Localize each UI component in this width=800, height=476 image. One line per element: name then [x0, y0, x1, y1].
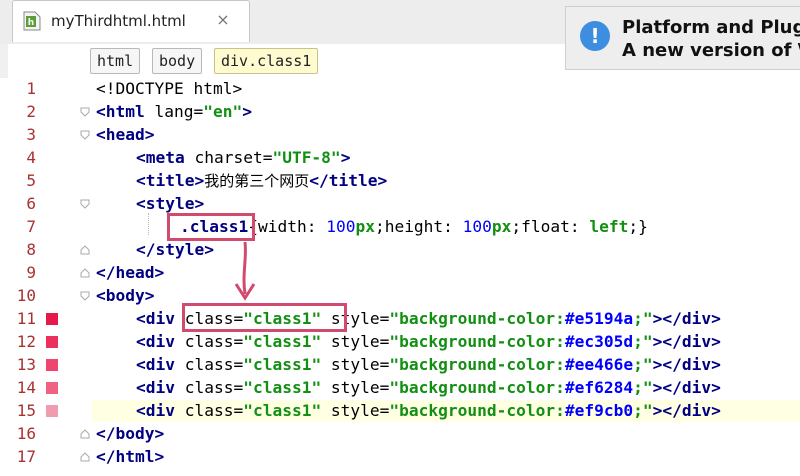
code-line-15: <div class="class1" style="background-co… — [136, 401, 721, 420]
line-number: 5 — [26, 171, 36, 190]
line-number: 15 — [16, 401, 36, 420]
code-line-1: <!DOCTYPE html> — [96, 79, 243, 98]
line-number: 11 — [16, 309, 36, 328]
line-number: 2 — [26, 102, 36, 121]
color-swatch-icon[interactable] — [46, 405, 58, 417]
color-swatch-icon[interactable] — [46, 359, 58, 371]
fold-close-icon[interactable] — [80, 245, 90, 255]
code-line-2: <html lang="en"> — [96, 102, 252, 121]
html-file-icon: h — [23, 11, 41, 31]
line-number: 6 — [26, 194, 36, 213]
code-line-10: <body> — [96, 286, 155, 305]
svg-text:h: h — [28, 18, 34, 28]
annotation-box-selector — [167, 213, 255, 241]
line-gutter: 1 2 3 4 5 6 7 8 9 10 11 12 13 14 15 16 1… — [0, 78, 92, 476]
breadcrumb-body[interactable]: body — [152, 48, 203, 74]
code-line-16: </body> — [96, 424, 165, 443]
file-tab[interactable]: h myThirdhtml.html × — [12, 0, 250, 42]
fold-open-icon[interactable] — [80, 130, 90, 140]
code-editor[interactable]: <!DOCTYPE html> <html lang="en"> <head> … — [92, 78, 800, 476]
breadcrumb-html[interactable]: html — [90, 48, 141, 74]
annotation-box-class-attr — [182, 303, 347, 332]
code-line-13: <div class="class1" style="background-co… — [136, 355, 721, 374]
code-line-6: <style> — [136, 194, 205, 213]
line-number: 8 — [26, 240, 36, 259]
fold-close-icon[interactable] — [80, 268, 90, 278]
color-swatch-icon[interactable] — [46, 313, 58, 325]
code-line-12: <div class="class1" style="background-co… — [136, 332, 721, 351]
code-line-8: </style> — [136, 240, 214, 259]
update-notification[interactable]: ! Platform and Plug A new version of \ — [565, 6, 800, 70]
line-number: 12 — [16, 332, 36, 351]
tab-filename: myThirdhtml.html — [51, 12, 186, 30]
annotation-arrow-icon — [234, 241, 256, 301]
code-line-14: <div class="class1" style="background-co… — [136, 378, 721, 397]
color-swatch-icon[interactable] — [46, 382, 58, 394]
line-number: 14 — [16, 378, 36, 397]
line-number: 7 — [26, 217, 36, 236]
code-line-5: <title>我的第三个网页</title> — [136, 171, 388, 190]
breadcrumb-div-class1[interactable]: div.class1 — [214, 48, 319, 74]
fold-open-icon[interactable] — [80, 199, 90, 209]
color-swatch-icon[interactable] — [46, 336, 58, 348]
line-number: 4 — [26, 148, 36, 167]
code-line-3: <head> — [96, 125, 155, 144]
line-number: 9 — [26, 263, 36, 282]
line-number: 13 — [16, 355, 36, 374]
fold-close-icon[interactable] — [80, 452, 90, 462]
line-number: 17 — [16, 447, 36, 466]
code-line-17: </html> — [96, 447, 165, 466]
code-line-4: <meta charset="UTF-8"> — [136, 148, 351, 167]
line-number: 3 — [26, 125, 36, 144]
fold-open-icon[interactable] — [80, 107, 90, 117]
code-line-9: </head> — [96, 263, 165, 282]
notification-subtitle: A new version of \ — [622, 40, 800, 61]
notification-title: Platform and Plug — [622, 17, 800, 38]
line-number: 1 — [26, 79, 36, 98]
indent-guide — [148, 213, 150, 235]
fold-close-icon[interactable] — [80, 429, 90, 439]
fold-open-icon[interactable] — [80, 291, 90, 301]
line-number: 16 — [16, 424, 36, 443]
close-tab-icon[interactable]: × — [213, 9, 233, 31]
line-number: 10 — [16, 286, 36, 305]
info-icon: ! — [580, 21, 610, 51]
